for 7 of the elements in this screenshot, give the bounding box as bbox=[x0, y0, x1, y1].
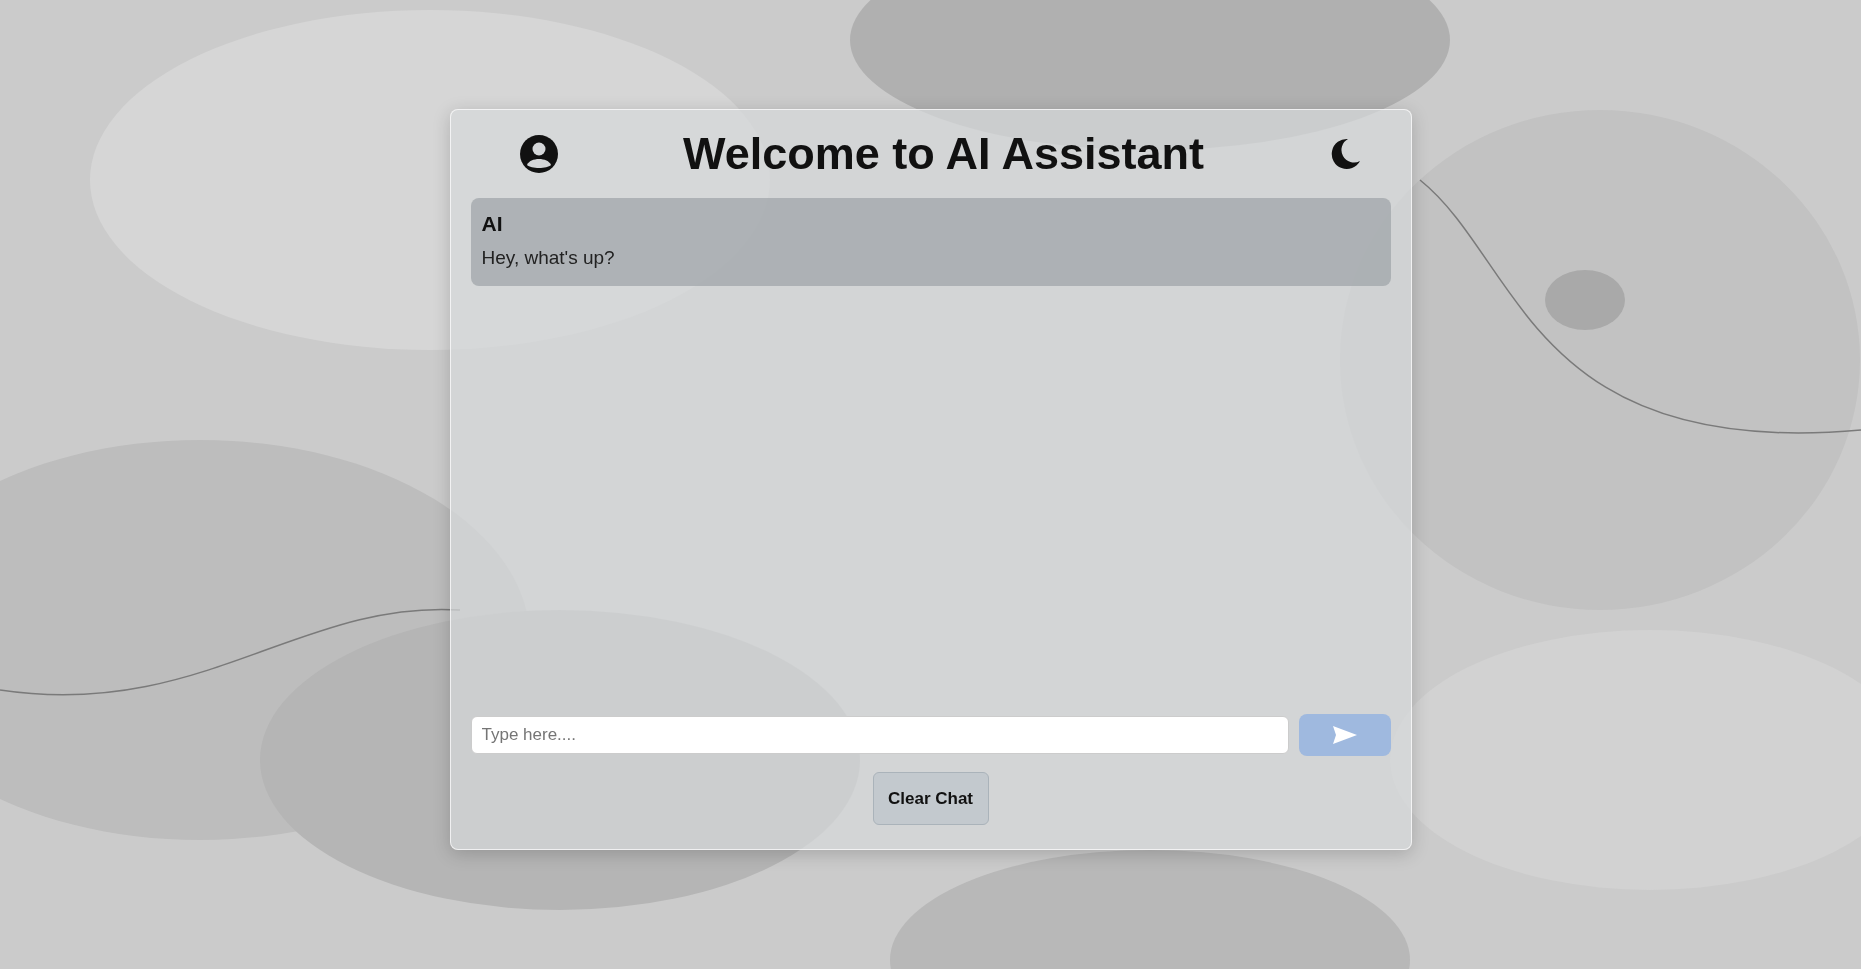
message-text: Hey, what's up? bbox=[481, 245, 616, 270]
clear-chat-button[interactable]: Clear Chat bbox=[872, 772, 989, 825]
app-title: Welcome to AI Assistant bbox=[683, 127, 1204, 181]
user-avatar-icon[interactable] bbox=[518, 134, 559, 174]
message-input[interactable]: Type here.... bbox=[470, 716, 1289, 754]
message-sender: AI bbox=[481, 211, 504, 237]
send-icon bbox=[1331, 725, 1358, 745]
